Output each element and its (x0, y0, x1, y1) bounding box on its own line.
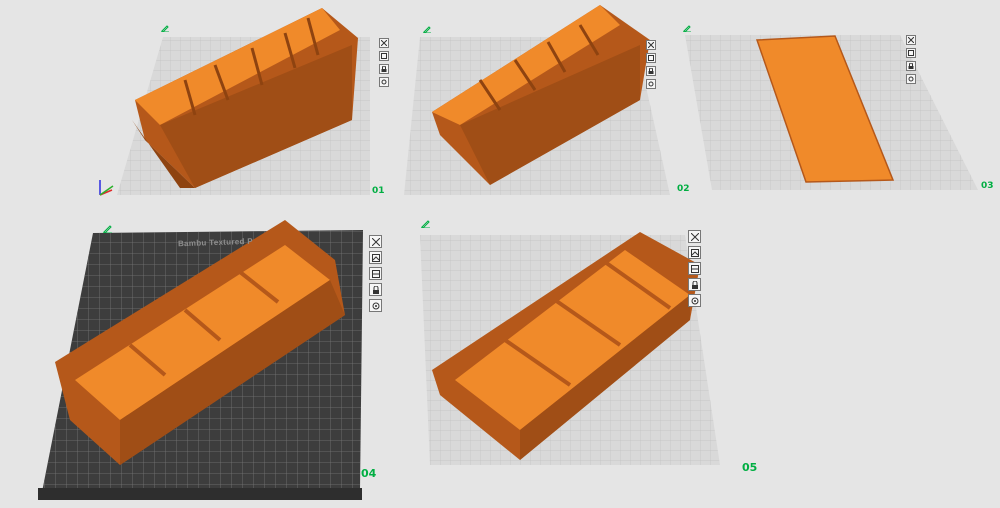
close-icon[interactable] (369, 235, 382, 248)
edit-plate-name-icon[interactable] (421, 219, 430, 228)
edit-plate-name-icon[interactable] (161, 24, 169, 32)
settings-icon[interactable] (906, 74, 916, 84)
plate-number-01: 01 (372, 186, 385, 196)
plate-02[interactable] (404, 5, 670, 195)
plate-number-03: 03 (981, 181, 994, 191)
plate-toolbar-03 (906, 35, 916, 84)
lock-icon[interactable] (688, 278, 701, 291)
settings-icon[interactable] (369, 299, 382, 312)
plate-05[interactable] (420, 232, 720, 465)
plate-number-04: 04 (361, 467, 377, 480)
plate-toolbar-02 (646, 40, 656, 89)
lock-icon[interactable] (646, 66, 656, 76)
close-icon[interactable] (688, 230, 701, 243)
edit-plate-name-icon[interactable] (683, 24, 691, 32)
arrange-icon[interactable] (906, 48, 916, 58)
close-icon[interactable] (906, 35, 916, 45)
arrange-icon[interactable] (369, 251, 382, 264)
close-icon[interactable] (646, 40, 656, 50)
lock-icon[interactable] (379, 64, 389, 74)
plate-number-05: 05 (742, 461, 758, 474)
plate-04[interactable] (38, 220, 363, 500)
orient-icon[interactable] (688, 262, 701, 275)
plate-toolbar-05 (688, 230, 701, 307)
orient-icon[interactable] (369, 267, 382, 280)
plate-number-02: 02 (677, 184, 690, 194)
edit-plate-name-icon[interactable] (103, 224, 112, 233)
arrange-icon[interactable] (688, 246, 701, 259)
lock-icon[interactable] (906, 61, 916, 71)
settings-icon[interactable] (688, 294, 701, 307)
lock-icon[interactable] (369, 283, 382, 296)
plate-01[interactable] (99, 8, 370, 196)
plate-toolbar-04 (369, 235, 382, 312)
settings-icon[interactable] (646, 79, 656, 89)
plate-toolbar-01 (379, 38, 389, 87)
plate-03[interactable] (685, 35, 978, 190)
arrange-icon[interactable] (379, 51, 389, 61)
settings-icon[interactable] (379, 77, 389, 87)
edit-plate-name-icon[interactable] (423, 25, 431, 33)
arrange-icon[interactable] (646, 53, 656, 63)
close-icon[interactable] (379, 38, 389, 48)
build-plate-canvas (38, 5, 978, 500)
